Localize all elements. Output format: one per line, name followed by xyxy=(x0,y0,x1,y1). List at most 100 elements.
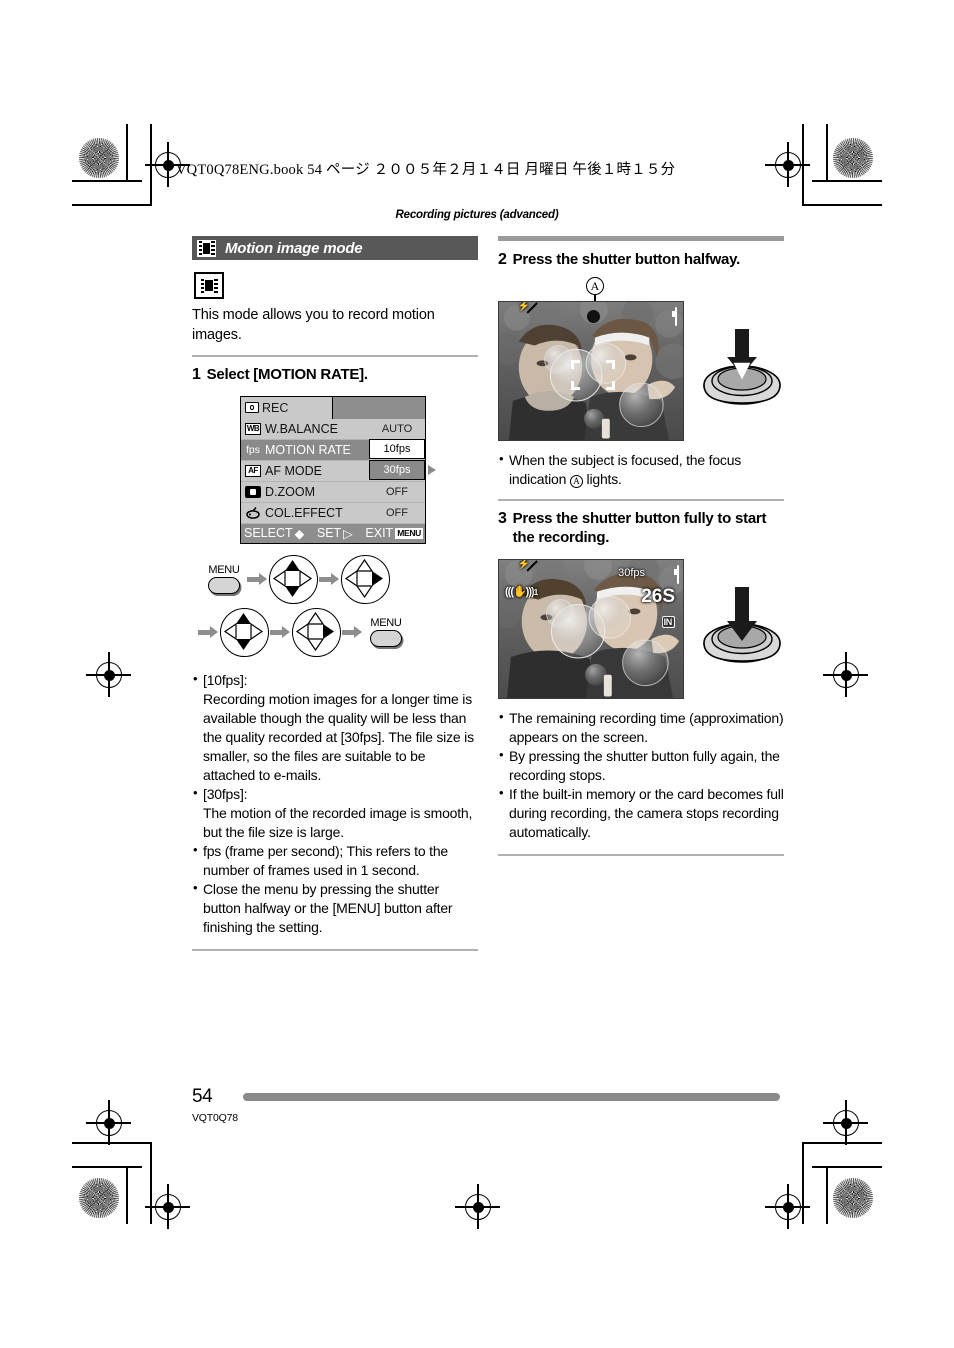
crop-line-top-left-v xyxy=(126,124,128,182)
step-2-text: Press the shutter button halfway. xyxy=(512,251,741,268)
list-item: [10fps]: Recording motion images for a l… xyxy=(192,670,478,785)
list-item: If the built-in memory or the card becom… xyxy=(498,784,784,842)
builtin-memory-icon: IN xyxy=(661,615,675,628)
crop-line-top-right-h xyxy=(812,180,882,182)
step-3-number: 3 xyxy=(498,509,507,527)
wb-icon: WB xyxy=(245,422,261,435)
figure-step-3: (((✋)))1 30fps 26S IN xyxy=(498,558,784,699)
list-item: The remaining recording time (approximat… xyxy=(498,708,784,747)
step-2-number: 2 xyxy=(498,251,507,268)
document-code: VQT0Q78 xyxy=(192,1112,238,1124)
divider-above-step1 xyxy=(192,354,478,357)
menu-button-1[interactable]: MENU xyxy=(202,564,246,595)
menu-button-2-label: MENU xyxy=(370,617,402,630)
crop-line-bottom-left-v xyxy=(126,1166,128,1224)
focus-indication-dot xyxy=(587,309,600,323)
menu-row-wbalance-label: W.BALANCE xyxy=(265,421,338,436)
rec-menu-tabs: REC xyxy=(241,396,425,419)
dpad-up-down-1[interactable] xyxy=(269,554,318,604)
crop-line-top-left-h xyxy=(72,180,142,182)
step-3-heading: 3 Press the shutter button fully to star… xyxy=(498,509,784,548)
section-title: Motion image mode xyxy=(225,239,363,257)
osd-motion-rate: 30fps xyxy=(618,566,645,579)
crop-line-bottom-right-h2 xyxy=(802,1142,882,1144)
dzoom-icon xyxy=(245,485,261,498)
crop-line-bottom-right-v2 xyxy=(802,1142,804,1224)
menu-row-col-effect-label: COL.EFFECT xyxy=(265,505,343,520)
battery-icon xyxy=(677,564,679,584)
fps-icon: fps xyxy=(245,443,260,456)
dpad-right-2[interactable] xyxy=(292,607,341,657)
crop-line-top-right-v2 xyxy=(802,124,804,206)
motion-rate-option-10fps[interactable]: 10fps xyxy=(369,438,425,459)
divider-bottom-right xyxy=(498,854,784,857)
note-2-lead: [30fps]: xyxy=(203,785,248,802)
button-sequence-row-2: MENU xyxy=(198,607,478,657)
menu-row-dzoom[interactable]: D.ZOOM OFF xyxy=(241,481,425,503)
menu-chip: MENU xyxy=(395,527,424,539)
step-3-text: Press the shutter button fully to start … xyxy=(512,509,767,547)
list-item: Close the menu by pressing the shutter b… xyxy=(192,879,478,937)
registration-mark-bottom-right-2 xyxy=(765,1184,810,1229)
callout-area-2: A xyxy=(498,271,784,327)
shutter-button-full-press xyxy=(694,581,790,682)
right-triangle-icon: ▷ xyxy=(343,526,353,541)
footer-set-label: SET xyxy=(316,526,342,541)
button-sequence-row-1: MENU xyxy=(202,554,478,604)
arrow-right-icon xyxy=(198,626,219,639)
menu-button-2[interactable]: MENU xyxy=(364,617,408,648)
step-1-heading: 1 Select [MOTION RATE]. xyxy=(192,365,478,386)
crop-line-bottom-left-h2 xyxy=(72,1142,152,1144)
battery-icon xyxy=(675,306,677,326)
note-2-body: The motion of the recorded image is smoo… xyxy=(203,804,473,840)
menu-button-1-pill xyxy=(208,577,240,595)
step-1-number: 1 xyxy=(192,365,201,383)
registration-mark-bottom-left-2 xyxy=(145,1184,190,1229)
footer-exit-label: EXIT xyxy=(365,526,394,541)
step-3-notes: The remaining recording time (approximat… xyxy=(498,708,784,842)
motion-rate-option-30fps[interactable]: 30fps xyxy=(369,459,425,480)
note-focus-after: lights. xyxy=(582,470,622,487)
menu-row-col-effect[interactable]: COL.EFFECT OFF xyxy=(241,502,425,524)
submenu-arrow-icon xyxy=(428,464,436,475)
divider-bottom-left xyxy=(192,948,478,951)
stabilizer-mode-number: 1 xyxy=(533,587,539,597)
tab-rec[interactable]: REC xyxy=(241,396,333,419)
print-star-target-top-right xyxy=(833,138,873,178)
crop-line-bottom-left-v2 xyxy=(150,1142,152,1224)
crop-line-top-right-v xyxy=(826,124,828,182)
image-stabilizer-icon: (((✋)))1 xyxy=(505,585,539,598)
inline-callout-a: A xyxy=(569,474,583,488)
arrow-right-icon xyxy=(342,626,363,639)
figure-step-2 xyxy=(498,300,784,441)
af-bracket-top-left xyxy=(571,359,580,369)
print-star-target-bottom-right xyxy=(833,1178,873,1218)
menu-row-dzoom-label: D.ZOOM xyxy=(265,484,315,499)
arrow-right-icon xyxy=(319,573,340,586)
list-item: By pressing the shutter button fully aga… xyxy=(498,746,784,785)
af-bracket-bottom-right xyxy=(606,380,615,390)
camera-icon xyxy=(245,402,259,414)
dpad-up-down-2[interactable] xyxy=(220,607,269,657)
menu-button-2-pill xyxy=(370,630,402,648)
dpad-right-1[interactable] xyxy=(341,554,390,604)
arrow-right-icon xyxy=(270,626,291,639)
registration-mark-left xyxy=(86,652,131,697)
film-strip-icon xyxy=(197,239,216,257)
osd-battery xyxy=(675,306,677,326)
osd-memory-icon: IN xyxy=(661,612,675,630)
footer-rule xyxy=(243,1093,780,1101)
menu-row-wbalance[interactable]: WB W.BALANCE AUTO xyxy=(241,418,425,440)
step3-note-1: The remaining recording time (approximat… xyxy=(509,709,784,745)
lcd-preview-halfway xyxy=(498,300,684,441)
crop-line-top-left-h2 xyxy=(72,204,152,206)
note-1-body: Recording motion images for a longer tim… xyxy=(203,690,474,783)
note-focus-before: When the subject is focused, the focus i… xyxy=(509,451,742,487)
note-4-body: Close the menu by pressing the shutter b… xyxy=(203,880,453,935)
intro-text: This mode allows you to record motion im… xyxy=(192,307,435,343)
list-item: fps (frame per second); This refers to t… xyxy=(192,841,478,880)
registration-mark-bottom-center xyxy=(455,1184,500,1229)
step3-note-2: By pressing the shutter button fully aga… xyxy=(509,747,780,783)
tab-blank xyxy=(333,396,425,419)
step-1-text: Select [MOTION RATE]. xyxy=(206,365,368,383)
